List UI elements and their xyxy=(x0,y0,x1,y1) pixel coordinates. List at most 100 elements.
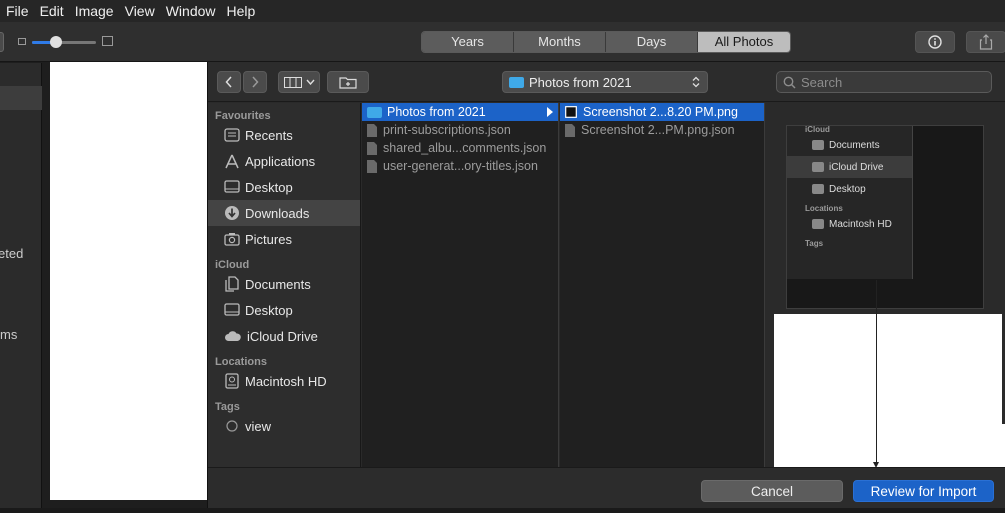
tab-months[interactable]: Months xyxy=(514,32,606,52)
thumb-section-tags: Tags xyxy=(805,239,824,248)
sidebar-item-label: Applications xyxy=(245,153,316,169)
search-field[interactable]: Search xyxy=(776,71,992,93)
location-popup-label: Photos from 2021 xyxy=(529,74,632,90)
menu-window[interactable]: Window xyxy=(160,0,221,22)
sidebar-item-recents[interactable]: Recents xyxy=(208,122,360,148)
disk-icon xyxy=(225,373,239,389)
cancel-button[interactable]: Cancel xyxy=(701,480,843,502)
sidebar-item-icloud-drive[interactable]: iCloud Drive xyxy=(208,323,360,349)
info-icon xyxy=(928,35,942,49)
sidebar-item-desktop[interactable]: Desktop xyxy=(208,174,360,200)
sidebar-section-tags: Tags xyxy=(215,401,240,413)
file-icon xyxy=(367,123,377,137)
thumb-item: Documents xyxy=(787,134,912,156)
tab-years[interactable]: Years xyxy=(422,32,514,52)
list-item-screenshot-png[interactable]: Screenshot 2...8.20 PM.png xyxy=(560,103,764,121)
sidebar-item-icloud-documents[interactable]: Documents xyxy=(208,271,360,297)
preview-white-region-lower xyxy=(778,424,1005,469)
sidebar-item-label: Pictures xyxy=(245,231,292,247)
sidebar-toggle-button[interactable] xyxy=(0,32,4,52)
dialog-toolbar: Photos from 2021 Search xyxy=(208,62,1005,102)
sidebar-item-downloads[interactable]: Downloads xyxy=(208,200,360,226)
image-file-icon xyxy=(565,106,577,118)
list-item-label: print-subscriptions.json xyxy=(383,123,511,137)
disk-icon xyxy=(812,219,824,229)
list-item-file[interactable]: shared_albu...comments.json xyxy=(362,139,558,157)
list-item-file[interactable]: user-generat...ory-titles.json xyxy=(362,157,558,175)
zoom-slider-knob[interactable] xyxy=(50,36,62,48)
sidebar-item-icloud-desktop[interactable]: Desktop xyxy=(208,297,360,323)
downloads-icon xyxy=(225,206,239,220)
file-icon xyxy=(565,123,575,137)
sidebar-item-recently-deleted-partial[interactable]: eted xyxy=(0,246,23,261)
list-item-file[interactable]: Screenshot 2...PM.png.json xyxy=(560,121,764,139)
photo-grid-partial xyxy=(0,508,1005,513)
search-placeholder: Search xyxy=(801,74,843,90)
tab-days[interactable]: Days xyxy=(606,32,698,52)
desktop-icon xyxy=(812,184,824,194)
share-button[interactable] xyxy=(966,31,1005,53)
menu-view[interactable]: View xyxy=(119,0,160,22)
chevron-down-icon xyxy=(305,79,315,85)
import-dialog: Photos from 2021 Search Favourites Recen… xyxy=(207,62,1005,508)
tab-all-photos[interactable]: All Photos xyxy=(698,32,790,52)
thumbnail-sidebar-image: iCloud Documents iCloud Drive Desktop Lo… xyxy=(787,125,913,279)
applications-icon xyxy=(225,154,239,168)
chevron-left-icon xyxy=(225,76,232,88)
list-item-label: Screenshot 2...PM.png.json xyxy=(581,123,735,137)
review-for-import-button[interactable]: Review for Import xyxy=(853,480,994,502)
sidebar-section-locations: Locations xyxy=(215,356,267,368)
menu-help[interactable]: Help xyxy=(221,0,261,22)
thumb-item-label: Desktop xyxy=(829,183,866,195)
search-icon xyxy=(783,76,796,89)
list-item-file[interactable]: print-subscriptions.json xyxy=(362,121,558,139)
menu-image[interactable]: Image xyxy=(69,0,119,22)
location-popup[interactable]: Photos from 2021 xyxy=(502,71,708,93)
sidebar-item-tag-view[interactable]: view xyxy=(208,413,360,439)
new-folder-button[interactable] xyxy=(327,71,369,93)
thumb-item-label: Documents xyxy=(829,139,880,151)
back-button[interactable] xyxy=(217,71,241,93)
sidebar-section-icloud: iCloud xyxy=(215,259,250,271)
updown-chevron-icon xyxy=(692,76,700,88)
dialog-sidebar: Favourites Recents Applications Desktop … xyxy=(208,103,361,467)
zoom-slider[interactable] xyxy=(32,36,96,48)
list-item-label: user-generat...ory-titles.json xyxy=(383,159,538,173)
thumb-item: Macintosh HD xyxy=(787,213,912,235)
browser-column-1: Photos from 2021 print-subscriptions.jso… xyxy=(362,103,559,467)
browser-column-2: Screenshot 2...8.20 PM.png Screenshot 2.… xyxy=(560,103,765,467)
sidebar-item-applications[interactable]: Applications xyxy=(208,148,360,174)
info-button[interactable] xyxy=(915,31,955,53)
sidebar-item-label: view xyxy=(245,418,272,434)
folder-icon xyxy=(509,76,524,88)
menu-file[interactable]: File xyxy=(0,0,34,22)
chevron-right-icon xyxy=(252,76,259,88)
preview-thumbnail: iCloud Documents iCloud Drive Desktop Lo… xyxy=(786,125,984,309)
forward-button[interactable] xyxy=(243,71,267,93)
sidebar-item-macintosh-hd[interactable]: Macintosh HD xyxy=(208,368,360,394)
thumb-item-label: iCloud Drive xyxy=(829,161,884,173)
menu-bar: File Edit Image View Window Help xyxy=(0,0,1005,22)
list-item-photos-from-2021[interactable]: Photos from 2021 xyxy=(362,103,558,121)
disclosure-arrow-icon xyxy=(547,107,553,117)
view-mode-button[interactable] xyxy=(278,71,320,93)
thumb-item: iCloud Drive xyxy=(787,156,912,178)
list-item-label: Screenshot 2...8.20 PM.png xyxy=(583,105,738,119)
desktop-icon xyxy=(224,180,240,193)
view-segmented-control: Years Months Days All Photos xyxy=(421,31,791,53)
desktop-icon xyxy=(224,303,240,316)
sidebar-item-label: Downloads xyxy=(245,205,310,221)
list-item-label: Photos from 2021 xyxy=(387,105,486,119)
sidebar-item-pictures[interactable]: Pictures xyxy=(208,226,360,252)
sidebar-item-label: Desktop xyxy=(245,179,293,195)
tag-icon xyxy=(226,420,238,432)
cloud-icon xyxy=(225,331,241,341)
pictures-icon xyxy=(224,233,240,246)
sidebar-item-albums-partial[interactable]: ms xyxy=(0,327,17,342)
thumb-section-icloud: iCloud xyxy=(805,125,830,134)
menu-edit[interactable]: Edit xyxy=(34,0,69,22)
sidebar-section-favourites: Favourites xyxy=(215,110,271,122)
photos-sidebar-selected-row[interactable] xyxy=(0,86,42,110)
documents-icon xyxy=(225,276,239,292)
cloud-icon xyxy=(812,162,824,172)
